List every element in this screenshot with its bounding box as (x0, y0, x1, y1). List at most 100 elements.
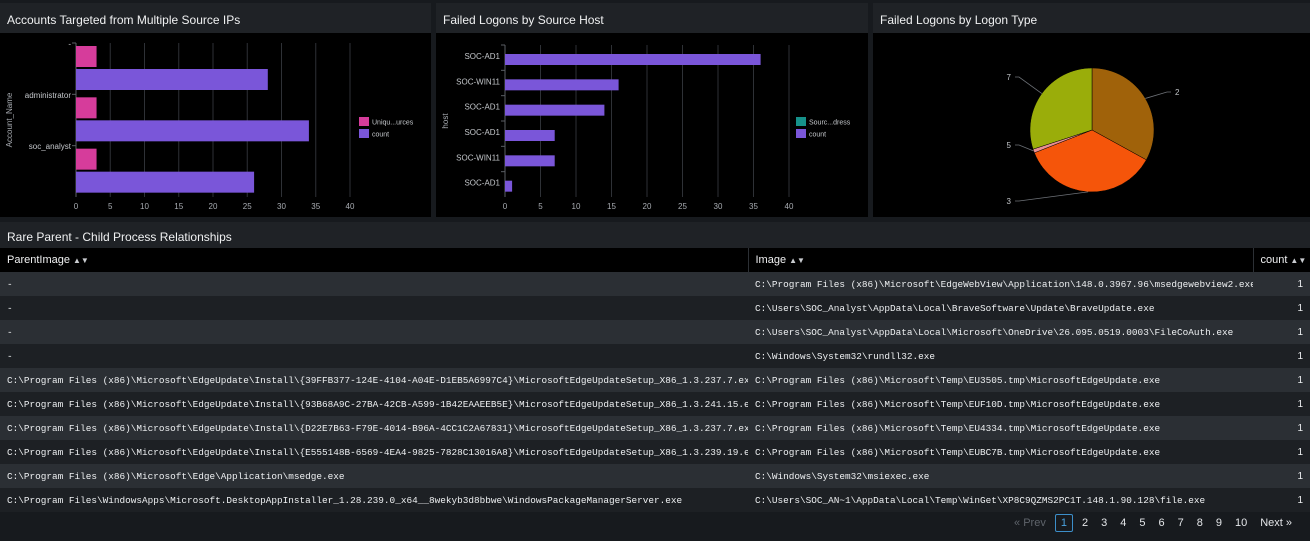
panel-title: Failed Logons by Logon Type (873, 3, 1310, 33)
parentimage-cell[interactable]: - (0, 272, 748, 296)
page-button-8[interactable]: 8 (1193, 514, 1207, 532)
page-button-6[interactable]: 6 (1154, 514, 1168, 532)
count-cell[interactable]: 1 (1253, 296, 1310, 320)
page-button-5[interactable]: 5 (1135, 514, 1149, 532)
image-cell[interactable]: C:\Program Files (x86)\Microsoft\EdgeWeb… (748, 272, 1253, 296)
table-row[interactable]: C:\Program Files (x86)\Microsoft\EdgeUpd… (0, 416, 1310, 440)
image-cell[interactable]: C:\Windows\System32\rundll32.exe (748, 344, 1253, 368)
image-cell[interactable]: C:\Program Files (x86)\Microsoft\Temp\EU… (748, 440, 1253, 464)
legend-label: Uniqu...urces (372, 120, 414, 127)
bar-uniquurces (76, 46, 97, 67)
x-tick-label: 20 (209, 202, 218, 211)
x-tick-label: 5 (538, 202, 543, 211)
parentimage-cell[interactable]: - (0, 344, 748, 368)
bar-uniquurces (76, 97, 97, 119)
process-table: ParentImage ▲▼ Image ▲▼ count ▲▼ - C:\Progra… (0, 248, 1310, 512)
prev-page-button: « Prev (1014, 517, 1046, 529)
pie-leader-line (1015, 144, 1034, 152)
bar-count (76, 171, 255, 193)
x-tick-label: 15 (174, 202, 183, 211)
page-button-4[interactable]: 4 (1116, 514, 1130, 532)
parentimage-cell[interactable]: C:\Program Files (x86)\Microsoft\EdgeUpd… (0, 368, 748, 392)
count-cell[interactable]: 1 (1253, 416, 1310, 440)
panel-title: Failed Logons by Source Host (436, 3, 868, 33)
sort-icon: ▲▼ (789, 256, 805, 265)
y-tick-label: SOC-AD1 (464, 52, 500, 61)
y-tick-label: SOC-AD1 (464, 103, 500, 112)
next-page-button[interactable]: Next » (1256, 514, 1296, 532)
count-cell[interactable]: 1 (1253, 464, 1310, 488)
count-cell[interactable]: 1 (1253, 392, 1310, 416)
x-tick-label: 35 (311, 202, 320, 211)
count-cell[interactable]: 1 (1253, 368, 1310, 392)
failed-logons-type-panel: Failed Logons by Logon Type 2 3 5 7 (873, 3, 1310, 217)
count-cell[interactable]: 1 (1253, 344, 1310, 368)
table-row[interactable]: C:\Program Files (x86)\Microsoft\EdgeUpd… (0, 440, 1310, 464)
image-cell[interactable]: C:\Users\SOC_AN~1\AppData\Local\Temp\Win… (748, 488, 1253, 512)
parentimage-cell[interactable]: C:\Program Files (x86)\Microsoft\EdgeUpd… (0, 392, 748, 416)
y-tick-label: SOC-WIN11 (456, 153, 500, 162)
count-cell[interactable]: 1 (1253, 440, 1310, 464)
image-cell[interactable]: C:\Users\SOC_Analyst\AppData\Local\Brave… (748, 296, 1253, 320)
count-cell[interactable]: 1 (1253, 272, 1310, 296)
table-row[interactable]: - C:\Program Files (x86)\Microsoft\EdgeWe… (0, 272, 1310, 296)
table-row[interactable]: C:\Program Files\WindowsApps\Microsoft.D… (0, 488, 1310, 512)
y-tick-label: SOC-AD1 (464, 179, 500, 188)
pie-leader-line (1015, 76, 1043, 94)
y-tick-label: - (68, 40, 71, 49)
y-axis-label: Account_Name (5, 92, 14, 147)
accounts-bar-chart: 0 5 10 15 20 25 30 35 40 Account_Name - administrat… (5, 40, 414, 212)
pie-leader-line (1145, 91, 1171, 99)
count-cell[interactable]: 1 (1253, 488, 1310, 512)
page-button-9[interactable]: 9 (1212, 514, 1226, 532)
pie-label: 7 (1007, 73, 1012, 82)
pie-leader-line (1015, 191, 1089, 202)
table-row[interactable]: C:\Program Files (x86)\Microsoft\EdgeUpd… (0, 368, 1310, 392)
legend-swatch (796, 117, 806, 126)
legend-swatch (359, 117, 369, 126)
page-button-10[interactable]: 10 (1231, 514, 1251, 532)
image-cell[interactable]: C:\Program Files (x86)\Microsoft\Temp\EU… (748, 368, 1253, 392)
x-tick-label: 20 (643, 202, 652, 211)
bar-count (76, 120, 309, 142)
page-button-2[interactable]: 2 (1078, 514, 1092, 532)
bar-count (505, 54, 761, 65)
host-bar-chart: 0 5 10 15 20 25 30 35 40 host SOC-AD1 SOC-WIN11 SOC-… (441, 44, 851, 211)
rare-process-panel: Rare Parent - Child Process Relationship… (0, 222, 1310, 541)
column-label: count (1260, 254, 1288, 266)
column-header-count[interactable]: count ▲▼ (1253, 248, 1310, 272)
count-cell[interactable]: 1 (1253, 320, 1310, 344)
image-cell[interactable]: C:\Users\SOC_Analyst\AppData\Local\Micro… (748, 320, 1253, 344)
column-label: ParentImage (7, 254, 70, 266)
y-tick-label: SOC-AD1 (464, 128, 500, 137)
column-header-image[interactable]: Image ▲▼ (748, 248, 1254, 272)
sort-icon: ▲▼ (72, 256, 89, 265)
page-button-3[interactable]: 3 (1097, 514, 1111, 532)
parentimage-cell[interactable]: - (0, 296, 748, 320)
table-row[interactable]: C:\Program Files (x86)\Microsoft\EdgeUpd… (0, 392, 1310, 416)
table-row[interactable]: - C:\Users\SOC_Analyst\AppData\Local\Micr… (0, 320, 1310, 344)
parentimage-cell[interactable]: C:\Program Files\WindowsApps\Microsoft.D… (0, 488, 748, 512)
y-tick-label: SOC-WIN11 (456, 77, 500, 86)
parentimage-cell[interactable]: C:\Program Files (x86)\Microsoft\Edge\Ap… (0, 464, 748, 488)
pie-label: 2 (1175, 88, 1180, 97)
parentimage-cell[interactable]: - (0, 320, 748, 344)
x-tick-label: 5 (108, 202, 113, 211)
pagination: « Prev 1 2 3 4 5 6 7 8 9 10 Next » (1005, 514, 1296, 532)
bar-uniquurces (76, 148, 97, 170)
bar-count (505, 130, 555, 141)
image-cell[interactable]: C:\Windows\System32\msiexec.exe (748, 464, 1253, 488)
page-button-7[interactable]: 7 (1174, 514, 1188, 532)
column-header-parentimage[interactable]: ParentImage ▲▼ (0, 248, 749, 272)
legend-swatch (796, 129, 806, 138)
y-tick-label: soc_analyst (29, 142, 72, 151)
x-tick-label: 40 (346, 202, 355, 211)
image-cell[interactable]: C:\Program Files (x86)\Microsoft\Temp\EU… (748, 392, 1253, 416)
table-row[interactable]: C:\Program Files (x86)\Microsoft\Edge\Ap… (0, 464, 1310, 488)
parentimage-cell[interactable]: C:\Program Files (x86)\Microsoft\EdgeUpd… (0, 440, 748, 464)
table-row[interactable]: - C:\Windows\System32\rundll32.exe 1 (0, 344, 1310, 368)
table-row[interactable]: - C:\Users\SOC_Analyst\AppData\Local\Brav… (0, 296, 1310, 320)
page-button-1[interactable]: 1 (1054, 514, 1073, 532)
parentimage-cell[interactable]: C:\Program Files (x86)\Microsoft\EdgeUpd… (0, 416, 748, 440)
image-cell[interactable]: C:\Program Files (x86)\Microsoft\Temp\EU… (748, 416, 1253, 440)
